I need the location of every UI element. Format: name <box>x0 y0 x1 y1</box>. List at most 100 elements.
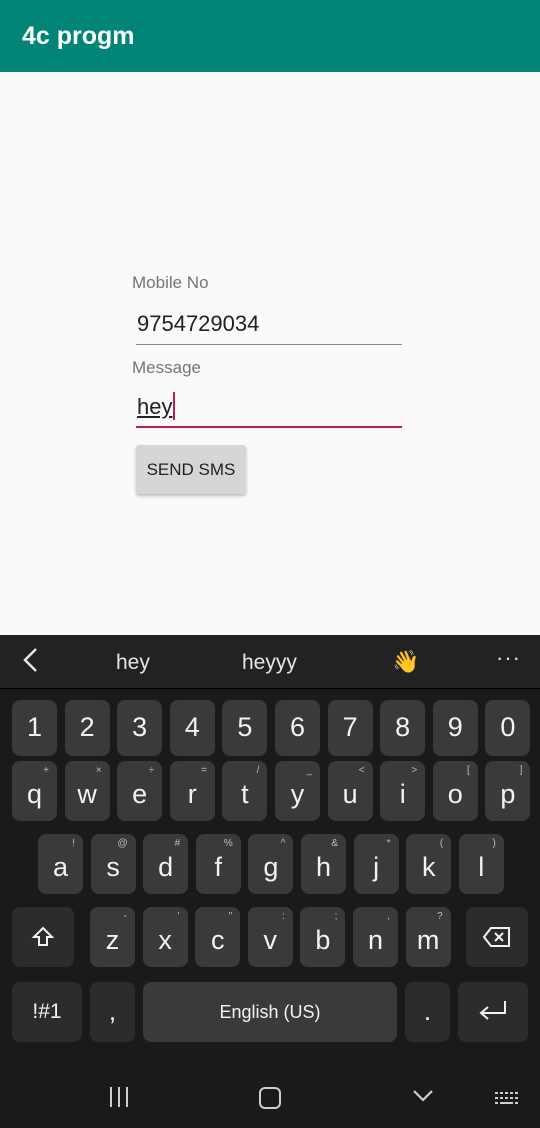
key-6-label: 6 <box>289 712 306 742</box>
key-f[interactable]: % f <box>195 834 241 894</box>
key-t-label: t <box>241 779 249 809</box>
key-g-label: g <box>263 852 279 882</box>
key-d-alt-label: # <box>174 838 181 849</box>
chevron-left-icon[interactable] <box>22 647 38 680</box>
key-i[interactable]: > i <box>380 761 426 821</box>
key-m[interactable]: ? m <box>405 907 451 967</box>
suggestion-1[interactable]: hey <box>116 651 150 675</box>
key-3[interactable]: 3 <box>117 700 163 756</box>
message-value: hey <box>137 394 173 419</box>
backspace-key[interactable] <box>466 907 528 967</box>
space-key-label: English (US) <box>219 1002 321 1022</box>
key-s-label: s <box>106 852 120 882</box>
key-k[interactable]: (k <box>406 834 452 894</box>
message-input[interactable]: hey <box>136 388 402 428</box>
symbols-key-label: !#1 <box>32 1000 62 1023</box>
key-l[interactable]: ) l <box>458 834 504 894</box>
shift-key[interactable] <box>12 907 74 967</box>
key-j-alt-label: * <box>386 838 391 849</box>
key-b[interactable]: ; b <box>300 907 346 967</box>
key-h[interactable]: & h <box>301 834 346 894</box>
mobile-label: Mobile No <box>132 273 209 292</box>
key-m-label: m <box>416 925 440 955</box>
key-s[interactable]: @ s <box>90 834 136 894</box>
key-w[interactable]: × w <box>64 761 110 821</box>
key-b-label: b <box>315 925 331 955</box>
key-a[interactable]: ! a <box>38 834 83 894</box>
key-j[interactable]: * j <box>353 834 399 894</box>
key-v[interactable]: :v <box>247 907 293 967</box>
main-content: Mobile No 9754729034 Message hey SEND SM… <box>0 72 540 635</box>
key-c-label: c <box>210 925 225 955</box>
chevron-down-icon[interactable] <box>412 1085 434 1107</box>
soft-keyboard: hey heyyy 👋 ··· 1234567890 + q × w ÷ e = r / t _ y <… <box>0 635 540 1055</box>
period-key[interactable]: . <box>405 982 450 1042</box>
app-title: 4c progm <box>22 22 135 50</box>
key-8[interactable]: 8 <box>380 700 426 756</box>
key-q[interactable]: + q <box>12 761 57 821</box>
send-sms-button[interactable]: SEND SMS <box>136 445 246 494</box>
key-g[interactable]: ^ g <box>248 834 294 894</box>
key-o[interactable]: [o <box>432 761 478 821</box>
key-4-label: 4 <box>184 712 200 742</box>
key-6[interactable]: 6 <box>275 700 320 756</box>
more-options-icon[interactable]: ··· <box>496 645 521 671</box>
keyboard-icon[interactable] <box>494 1091 522 1109</box>
key-9[interactable]: 9 <box>432 700 478 756</box>
mobile-input[interactable]: 9754729034 <box>136 305 402 345</box>
key-e[interactable]: ÷ e <box>117 761 163 821</box>
key-5[interactable]: 5 <box>222 700 268 756</box>
key-f-label: f <box>214 852 223 882</box>
key-d-label: d <box>158 852 174 882</box>
key-t[interactable]: / t <box>222 761 268 821</box>
key-2[interactable]: 2 <box>64 700 110 756</box>
key-o-alt-label: [ <box>467 765 470 776</box>
key-n[interactable]: ,n <box>353 907 398 967</box>
key-4[interactable]: 4 <box>169 700 215 756</box>
key-c[interactable]: " c <box>195 907 241 967</box>
space-key[interactable]: English (US) <box>143 982 397 1042</box>
recents-icon[interactable] <box>108 1087 130 1107</box>
key-9-label: 9 <box>447 712 463 742</box>
key-a-alt-label: ! <box>72 838 75 849</box>
key-w-alt-label: × <box>95 765 102 776</box>
key-v-alt-label: : <box>282 911 285 922</box>
text-cursor <box>173 392 175 420</box>
shift-icon <box>31 926 55 946</box>
key-y-label: y <box>290 779 305 809</box>
key-1[interactable]: 1 <box>12 700 57 756</box>
key-x[interactable]: ' x <box>142 907 188 967</box>
comma-key-label: , <box>108 996 117 1026</box>
key-0[interactable]: 0 <box>485 700 531 756</box>
key-p[interactable]: ] p <box>485 761 531 821</box>
key-r-label: r <box>187 779 197 809</box>
key-z-alt-label: - <box>123 911 127 922</box>
key-q-label: q <box>26 779 43 809</box>
key-n-label: n <box>367 925 384 955</box>
suggestion-2[interactable]: heyyy <box>242 651 297 675</box>
mobile-value: 9754729034 <box>137 311 260 336</box>
key-l-alt-label: ) <box>492 838 496 849</box>
home-icon[interactable] <box>259 1087 281 1109</box>
key-w-label: w <box>77 779 97 809</box>
comma-key[interactable]: , <box>90 982 135 1042</box>
key-p-alt-label: ] <box>519 765 523 776</box>
key-y[interactable]: _ y <box>275 761 320 821</box>
enter-key[interactable] <box>458 982 528 1042</box>
key-j-label: j <box>373 852 380 882</box>
key-z-label: z <box>105 925 120 955</box>
key-h-alt-label: & <box>331 838 338 849</box>
key-u[interactable]: < u <box>327 761 373 821</box>
key-r[interactable]: = r <box>169 761 215 821</box>
key-a-label: a <box>52 852 69 882</box>
key-7[interactable]: 7 <box>327 700 373 756</box>
key-e-label: e <box>132 779 148 809</box>
suggestion-bar: hey heyyy 👋 ··· <box>0 635 540 689</box>
key-0-label: 0 <box>500 712 516 742</box>
symbols-key[interactable]: !#1 <box>12 982 82 1042</box>
key-i-label: i <box>399 779 406 809</box>
key-z[interactable]: -z <box>90 907 135 967</box>
waving-hand-emoji-suggestion[interactable]: 👋 <box>392 649 419 675</box>
key-m-alt-label: ? <box>437 911 443 922</box>
key-d[interactable]: # d <box>143 834 189 894</box>
